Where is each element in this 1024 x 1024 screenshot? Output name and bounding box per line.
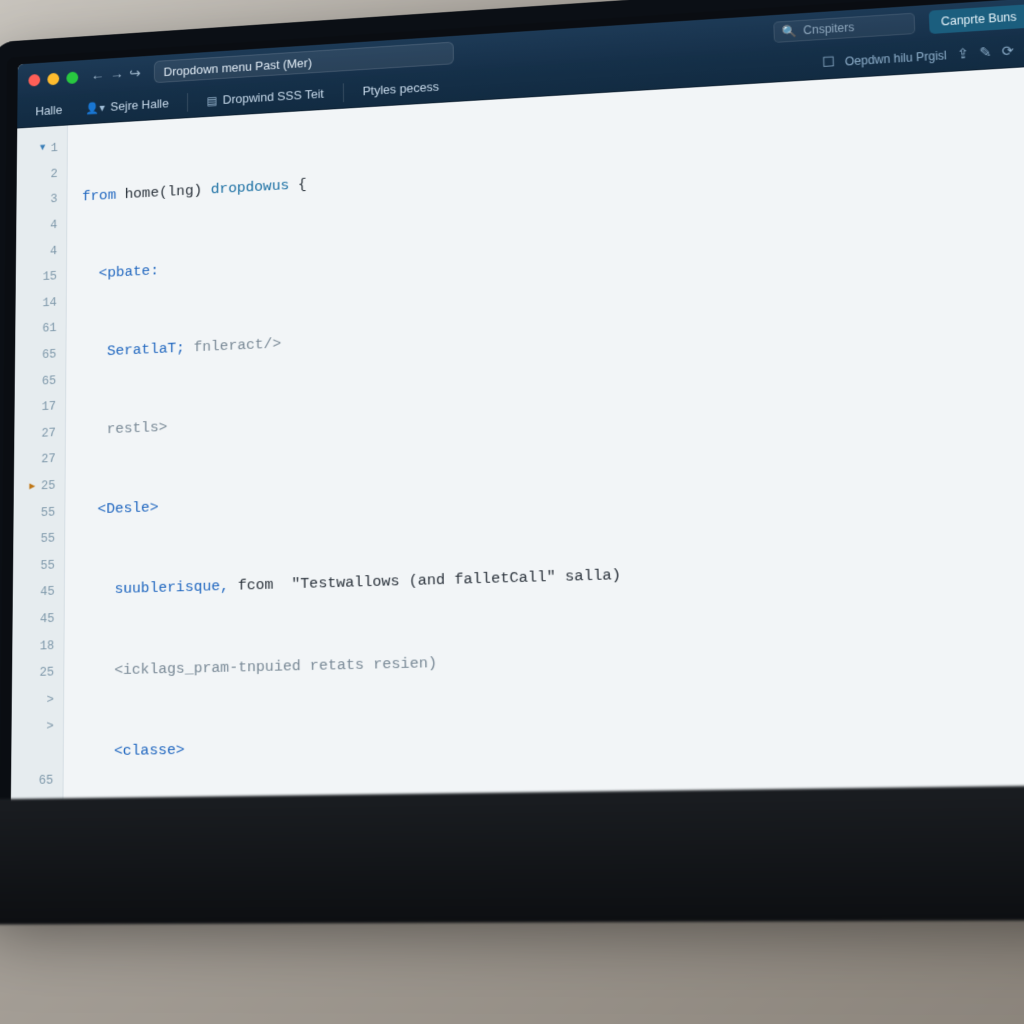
- line-number: 55: [13, 525, 55, 553]
- line-number: 65: [15, 367, 56, 395]
- primary-action-button[interactable]: Canprte Buns: [928, 4, 1024, 34]
- primary-action-label: Canprte Buns: [941, 10, 1017, 28]
- line-number: 15: [16, 263, 57, 291]
- line-number: 27: [14, 419, 56, 447]
- nav-redo-icon[interactable]: ↪: [129, 65, 141, 82]
- search-placeholder: Cnspiters: [803, 20, 855, 37]
- line-number: >: [11, 713, 53, 741]
- user-label: Sejre Halle: [110, 96, 168, 113]
- code-line: suublerisque, fcom "Testwallows (and fal…: [80, 550, 1024, 605]
- line-number: 55: [13, 499, 55, 527]
- bookmark-icon[interactable]: ☐: [822, 54, 835, 71]
- line-number: [11, 740, 53, 768]
- refresh-icon[interactable]: ⟳: [1001, 42, 1014, 59]
- user-menu[interactable]: 👤▾ Sejre Halle: [77, 92, 178, 120]
- divider: [187, 93, 188, 112]
- line-number: ▼1: [17, 135, 58, 163]
- line-number: 14: [15, 289, 56, 317]
- line-number: 4: [16, 212, 57, 240]
- search-input[interactable]: 🔍 Cnspiters: [773, 13, 915, 43]
- edit-icon[interactable]: ✎: [979, 44, 992, 61]
- share-icon[interactable]: ⇪: [957, 45, 970, 62]
- line-number: 17: [14, 393, 56, 421]
- tab-file-1-label: Dropwind SSS Teit: [223, 86, 324, 106]
- search-icon: 🔍: [782, 24, 797, 38]
- line-number: 45: [12, 605, 54, 633]
- tab-file-1[interactable]: ▤ Dropwind SSS Teit: [197, 82, 333, 112]
- line-number: 45: [13, 578, 55, 606]
- line-number: 65: [15, 341, 56, 369]
- line-number: 3: [16, 186, 57, 214]
- tab-halle-label: Halle: [35, 103, 62, 118]
- right-panel-label: Oepdwn hilu Prgisl: [845, 48, 947, 68]
- nav-forward-icon[interactable]: →: [110, 66, 124, 83]
- tab-file-2[interactable]: Ptyles pecess: [353, 75, 449, 103]
- minimize-icon[interactable]: [47, 72, 59, 85]
- code-editor[interactable]: ▼123441514616565172727▸2555555545451825>…: [11, 66, 1024, 813]
- close-icon[interactable]: [28, 73, 40, 86]
- code-line: <Desle>: [80, 464, 1024, 524]
- code-line: <pbate:: [82, 213, 1024, 288]
- code-line: from home(lng) dropdowus {: [82, 131, 1024, 210]
- line-gutter: ▼123441514616565172727▸2555555545451825>…: [11, 125, 68, 812]
- divider: [343, 83, 344, 102]
- maximize-icon[interactable]: [66, 71, 78, 84]
- line-number: ▸25: [14, 472, 56, 500]
- code-line: SeratlaT; fnleract/>: [81, 296, 1024, 366]
- line-number: 4: [16, 238, 57, 266]
- line-number: 2: [17, 161, 58, 189]
- tab-halle[interactable]: Halle: [26, 99, 71, 123]
- omnibox-text: Dropdown menu Past (Mer): [164, 55, 312, 78]
- code-area[interactable]: from home(lng) dropdowus { <pbate: Serat…: [63, 66, 1024, 812]
- nav-arrows: ← → ↪: [91, 65, 141, 85]
- code-line: <icklags_pram-tnpuied retats resien): [79, 636, 1024, 685]
- bookmark-marker-icon[interactable]: ▸: [29, 475, 35, 497]
- tab-file-2-label: Ptyles pecess: [362, 79, 438, 98]
- line-number: 25: [12, 659, 54, 687]
- user-icon: 👤▾: [86, 101, 105, 115]
- code-line: <classe>: [79, 722, 1024, 766]
- fold-icon[interactable]: ▼: [40, 141, 46, 158]
- line-number: 27: [14, 446, 56, 474]
- line-number: 61: [15, 315, 56, 343]
- file-icon: ▤: [207, 94, 218, 108]
- line-number: >: [12, 686, 54, 714]
- traffic-lights: [28, 71, 78, 86]
- nav-back-icon[interactable]: ←: [91, 67, 105, 84]
- line-number: 65: [11, 767, 53, 795]
- line-number: 18: [12, 632, 54, 660]
- keyboard-hint: [0, 785, 1024, 925]
- line-number: 55: [13, 552, 55, 580]
- code-line: restls>: [81, 380, 1024, 445]
